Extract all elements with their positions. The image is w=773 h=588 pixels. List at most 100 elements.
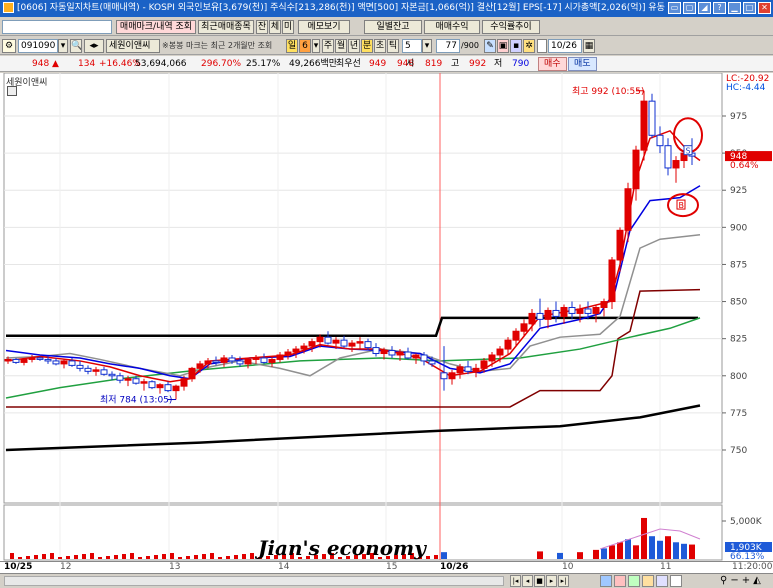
stock-code-field[interactable]: 091090	[18, 39, 58, 53]
candle	[372, 347, 380, 355]
save-icon[interactable]: ▪	[510, 39, 522, 53]
candle	[228, 357, 236, 362]
volume-bar	[122, 554, 126, 559]
candle	[496, 348, 504, 356]
hc-value: HC:-4.44	[726, 83, 766, 93]
last-icon[interactable]: ▸|	[558, 575, 569, 587]
volume-bar	[26, 556, 30, 559]
period-week[interactable]: 주	[322, 39, 334, 53]
settings-icon[interactable]: ⚙	[2, 39, 16, 53]
print-icon[interactable]	[642, 575, 654, 587]
pin-icon[interactable]: ◢	[698, 2, 711, 14]
candle	[552, 309, 560, 317]
next-icon[interactable]: ▸	[546, 575, 557, 587]
period-minute[interactable]: 분	[361, 39, 373, 53]
price-chart[interactable]: 975950925900875850825800775750최고 992 (10…	[0, 73, 773, 561]
export-icon[interactable]	[670, 575, 682, 587]
candle	[648, 100, 656, 136]
buy-button[interactable]: 매수	[538, 57, 567, 71]
price-tick-label: 900	[730, 223, 747, 233]
candle	[456, 366, 464, 374]
candle	[624, 188, 632, 231]
time-label: 11:20:00	[732, 562, 773, 572]
candle	[252, 357, 260, 360]
date-field[interactable]: 10/26	[548, 39, 582, 53]
tile-icon[interactable]: ▢	[683, 2, 696, 14]
first-icon[interactable]: |◂	[510, 575, 521, 587]
high-label: 고	[451, 59, 460, 69]
unfilled-button[interactable]: 미	[282, 20, 294, 34]
return-trend-button[interactable]: 수익률추이	[482, 20, 540, 34]
minute-dropdown-icon[interactable]: ▾	[422, 39, 432, 53]
restore-icon[interactable]: ▭	[668, 2, 681, 14]
minimize-icon[interactable]: ▁	[728, 2, 741, 14]
balance-button[interactable]: 잔	[256, 20, 268, 34]
volume-bar	[601, 548, 607, 559]
price-tag-pct: 0.64%	[730, 161, 759, 171]
stop-icon[interactable]: ■	[534, 575, 545, 587]
price-tick-label: 875	[730, 260, 747, 270]
scroll-track[interactable]	[4, 576, 504, 586]
volume-bar	[42, 554, 46, 559]
prev-icon[interactable]: ◂	[522, 575, 533, 587]
trade-profit-button[interactable]: 매매수익	[424, 20, 480, 34]
chart-panel[interactable]: 975950925900875850825800775750최고 992 (10…	[0, 73, 773, 561]
sell-button[interactable]: 매도	[568, 57, 597, 71]
period-count[interactable]: 6	[299, 39, 311, 53]
candle	[316, 336, 324, 343]
volume-bar	[18, 557, 22, 559]
period-year[interactable]: 년	[348, 39, 360, 53]
draw-tool-icon[interactable]: ✎	[484, 39, 496, 53]
chart-type-icon[interactable]	[600, 575, 612, 587]
zoom-search-icon[interactable]: ⚲	[720, 575, 727, 587]
volume-bar	[665, 536, 671, 559]
period-month[interactable]: 월	[335, 39, 347, 53]
candle	[4, 358, 12, 362]
watermark-text: Jian's economy	[258, 536, 426, 560]
color-icon[interactable]	[614, 575, 626, 587]
daily-balance-button[interactable]: 일별잔고	[364, 20, 422, 34]
period-day[interactable]: 일	[286, 39, 298, 53]
candle	[164, 384, 172, 392]
date-checkbox[interactable]	[537, 39, 547, 53]
zoom-in-icon[interactable]: +	[742, 575, 750, 587]
price-tick-label: 850	[730, 298, 747, 308]
candle	[592, 306, 600, 314]
period-second[interactable]: 초	[374, 39, 386, 53]
candle	[472, 367, 480, 372]
current-price: 948 ▲	[32, 59, 59, 69]
zoom-fit-icon[interactable]: ◭	[753, 575, 761, 587]
candle	[52, 360, 60, 365]
calendar-icon[interactable]: ▦	[583, 39, 595, 53]
zoom-out-icon[interactable]: −	[730, 575, 738, 587]
memo-view-button[interactable]: 메모보기	[298, 20, 350, 34]
zoom-controls: ⚲ − + ◭	[720, 575, 761, 587]
recent-trades-button[interactable]: 최근매매종목	[198, 20, 254, 34]
candle	[656, 134, 664, 147]
candle	[340, 339, 348, 347]
period-dropdown-icon[interactable]: ▾	[312, 39, 320, 53]
grid-icon[interactable]	[628, 575, 640, 587]
maximize-icon[interactable]: □	[743, 2, 756, 14]
minute-value-field[interactable]: 5	[402, 39, 422, 53]
executed-button[interactable]: 체	[269, 20, 281, 34]
volume-bar	[138, 557, 142, 559]
period-tick[interactable]: 틱	[387, 39, 399, 53]
account-field[interactable]	[2, 20, 112, 34]
search-icon[interactable]: 🔍	[70, 39, 82, 53]
price-change: 134	[78, 59, 96, 69]
close-icon[interactable]: ✕	[758, 2, 771, 14]
code-dropdown-icon[interactable]: ▾	[58, 39, 68, 53]
refresh-icon[interactable]	[656, 575, 668, 587]
help-icon[interactable]: ?	[713, 2, 726, 14]
legend-toggle-icon[interactable]	[7, 86, 17, 96]
price-tick-label: 775	[730, 409, 747, 419]
candle	[100, 369, 108, 375]
indicator-icon[interactable]: ▣	[497, 39, 509, 53]
window-titlebar: [0606] 자동일지차트(매매내역) - KOSPI 외국인보유[3,679(…	[0, 0, 773, 17]
count-field[interactable]: 77	[436, 39, 460, 53]
trade-mark-query-button[interactable]: 매매마크/내역 조회	[116, 20, 196, 34]
vol-tick-label: 5,000K	[730, 517, 763, 527]
arrows-icon[interactable]: ◂▸	[84, 39, 104, 53]
gear-icon[interactable]: ✲	[523, 39, 535, 53]
